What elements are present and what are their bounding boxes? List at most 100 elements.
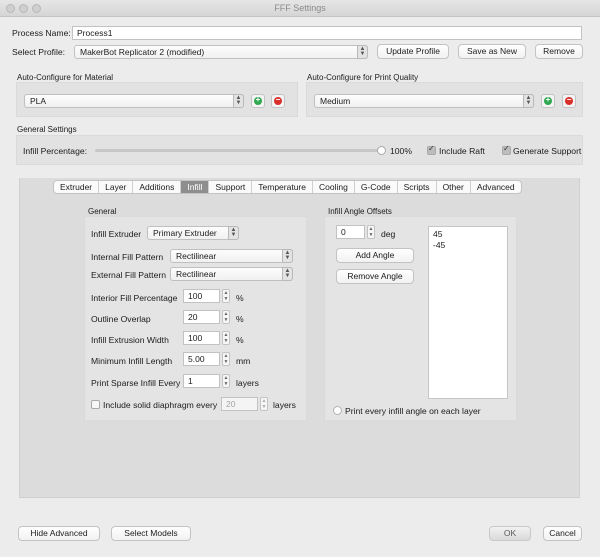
chevron-updown-icon: ▲ ▼ bbox=[228, 226, 239, 240]
sparse-infill-label: Print Sparse Infill Every bbox=[91, 378, 181, 388]
chevron-updown-icon: ▲ ▼ bbox=[282, 267, 293, 281]
remove-profile-button[interactable]: Remove bbox=[535, 44, 583, 59]
sparse-infill-input[interactable]: 1 bbox=[183, 374, 220, 388]
include-raft-checkbox[interactable] bbox=[427, 144, 436, 155]
every-layer-toggle[interactable] bbox=[333, 406, 342, 415]
internal-fill-pattern-label: Internal Fill Pattern bbox=[91, 252, 164, 262]
window-title: FFF Settings bbox=[274, 3, 326, 13]
infill-extruder-value: Primary Extruder bbox=[153, 228, 217, 238]
infill-extrusion-width-input[interactable]: 100 bbox=[183, 331, 220, 345]
material-select-value: PLA bbox=[30, 96, 47, 106]
process-name-label: Process Name: bbox=[12, 28, 71, 38]
fff-settings-window: FFF Settings Process Name: Process1 Sele… bbox=[0, 0, 600, 557]
infill-extruder-select[interactable]: Primary Extruder ▲ ▼ bbox=[147, 226, 239, 240]
process-name-input[interactable]: Process1 bbox=[72, 26, 582, 40]
outline-overlap-stepper[interactable]: ▲ ▼ bbox=[222, 310, 230, 324]
outline-overlap-unit: % bbox=[236, 314, 244, 324]
sparse-infill-unit: layers bbox=[236, 378, 259, 388]
infill-general-title: General bbox=[88, 207, 117, 216]
settings-tab-bar: Extruder Layer Additions Infill Support Tempe… bbox=[53, 180, 522, 194]
cancel-button[interactable]: Cancel bbox=[543, 526, 582, 541]
infill-percentage-label: Infill Percentage: bbox=[23, 146, 88, 156]
quality-select[interactable]: Medium ▲ ▼ bbox=[314, 94, 534, 108]
infill-extrusion-width-stepper[interactable]: ▲ ▼ bbox=[222, 331, 230, 345]
plus-icon bbox=[544, 95, 552, 105]
angle-input[interactable]: 0 bbox=[336, 225, 365, 239]
material-select[interactable]: PLA ▲ ▼ bbox=[24, 94, 244, 108]
infill-slider-handle[interactable] bbox=[377, 146, 386, 155]
select-profile-label: Select Profile: bbox=[12, 47, 66, 57]
remove-angle-button[interactable]: Remove Angle bbox=[336, 269, 414, 284]
tab-layer[interactable]: Layer bbox=[99, 181, 134, 193]
minimum-infill-length-stepper[interactable]: ▲ ▼ bbox=[222, 352, 230, 366]
minimum-infill-length-label: Minimum Infill Length bbox=[91, 356, 173, 366]
solid-diaphragm-stepper[interactable]: ▲ ▼ bbox=[260, 397, 268, 411]
minus-icon bbox=[565, 95, 573, 105]
chevron-updown-icon: ▲ ▼ bbox=[523, 94, 534, 108]
chevron-updown-icon: ▲ ▼ bbox=[282, 249, 293, 263]
every-layer-label: Print every infill angle on each layer bbox=[345, 406, 481, 416]
plus-icon bbox=[254, 95, 262, 105]
list-item[interactable]: -45 bbox=[433, 240, 503, 251]
list-item[interactable]: 45 bbox=[433, 229, 503, 240]
save-as-new-button[interactable]: Save as New bbox=[458, 44, 526, 59]
infill-percentage-value: 100% bbox=[390, 146, 412, 156]
select-models-button[interactable]: Select Models bbox=[111, 526, 191, 541]
interior-fill-percentage-label: Interior Fill Percentage bbox=[91, 293, 178, 303]
external-fill-pattern-select[interactable]: Rectilinear ▲ ▼ bbox=[170, 267, 293, 281]
external-fill-pattern-value: Rectilinear bbox=[176, 269, 217, 279]
remove-material-button[interactable] bbox=[271, 94, 285, 108]
include-raft-label: Include Raft bbox=[439, 146, 485, 156]
add-angle-button[interactable]: Add Angle bbox=[336, 248, 414, 263]
generate-support-label: Generate Support bbox=[513, 146, 582, 156]
title-bar: FFF Settings bbox=[0, 0, 600, 17]
internal-fill-pattern-select[interactable]: Rectilinear ▲ ▼ bbox=[170, 249, 293, 263]
quality-select-value: Medium bbox=[320, 96, 351, 106]
interior-fill-unit: % bbox=[236, 293, 244, 303]
solid-diaphragm-input[interactable]: 20 bbox=[221, 397, 258, 411]
material-section-title: Auto-Configure for Material bbox=[17, 73, 114, 82]
outline-overlap-label: Outline Overlap bbox=[91, 314, 151, 324]
external-fill-pattern-label: External Fill Pattern bbox=[91, 270, 166, 280]
infill-extrusion-width-unit: % bbox=[236, 335, 244, 345]
angle-list[interactable]: 45 -45 bbox=[428, 226, 508, 399]
remove-quality-button[interactable] bbox=[562, 94, 576, 108]
quality-section-title: Auto-Configure for Print Quality bbox=[307, 73, 419, 82]
sparse-infill-stepper[interactable]: ▲ ▼ bbox=[222, 374, 230, 388]
update-profile-button[interactable]: Update Profile bbox=[377, 44, 449, 59]
infill-angle-offsets-title: Infill Angle Offsets bbox=[328, 207, 392, 216]
add-material-button[interactable] bbox=[251, 94, 265, 108]
solid-diaphragm-unit: layers bbox=[273, 400, 296, 410]
general-settings-title: General Settings bbox=[17, 125, 77, 134]
internal-fill-pattern-value: Rectilinear bbox=[176, 251, 217, 261]
tab-g-code[interactable]: G-Code bbox=[355, 181, 398, 193]
hide-advanced-button[interactable]: Hide Advanced bbox=[18, 526, 100, 541]
solid-diaphragm-checkbox[interactable] bbox=[91, 400, 100, 409]
interior-fill-percentage-stepper[interactable]: ▲ ▼ bbox=[222, 289, 230, 303]
minimum-infill-length-unit: mm bbox=[236, 356, 251, 366]
tab-advanced[interactable]: Advanced bbox=[471, 181, 521, 193]
tab-cooling[interactable]: Cooling bbox=[313, 181, 355, 193]
angle-unit: deg bbox=[381, 229, 396, 239]
tab-support[interactable]: Support bbox=[209, 181, 253, 193]
infill-extrusion-width-label: Infill Extrusion Width bbox=[91, 335, 169, 345]
minimum-infill-length-input[interactable]: 5.00 bbox=[183, 352, 220, 366]
profile-select[interactable]: MakerBot Replicator 2 (modified) ▲ ▼ bbox=[74, 45, 368, 59]
tab-other[interactable]: Other bbox=[437, 181, 471, 193]
minus-icon bbox=[274, 95, 282, 105]
add-quality-button[interactable] bbox=[541, 94, 555, 108]
ok-button[interactable]: OK bbox=[489, 526, 531, 541]
tab-scripts[interactable]: Scripts bbox=[398, 181, 437, 193]
infill-extruder-label: Infill Extruder bbox=[91, 229, 142, 239]
interior-fill-percentage-input[interactable]: 100 bbox=[183, 289, 220, 303]
tab-extruder[interactable]: Extruder bbox=[54, 181, 100, 193]
infill-slider-track[interactable] bbox=[95, 149, 382, 152]
solid-diaphragm-label: Include solid diaphragm every bbox=[103, 400, 218, 410]
angle-stepper[interactable]: ▲ ▼ bbox=[367, 225, 375, 239]
tab-temperature[interactable]: Temperature bbox=[252, 181, 313, 193]
generate-support-checkbox[interactable] bbox=[502, 144, 511, 155]
tab-infill[interactable]: Infill bbox=[181, 181, 210, 193]
outline-overlap-input[interactable]: 20 bbox=[183, 310, 220, 324]
tab-additions[interactable]: Additions bbox=[133, 181, 182, 193]
profile-select-value: MakerBot Replicator 2 (modified) bbox=[80, 47, 205, 57]
